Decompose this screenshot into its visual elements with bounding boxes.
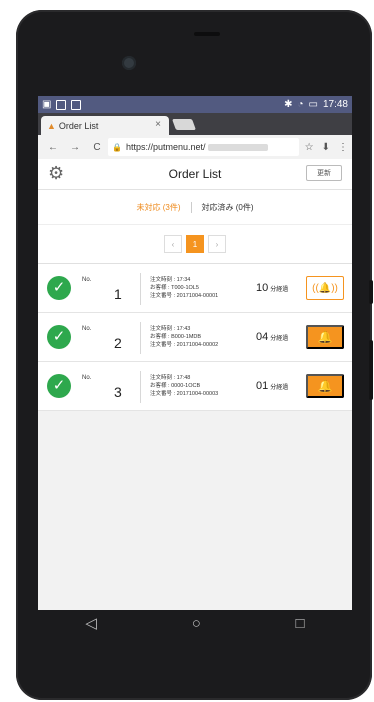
- earpiece: [194, 32, 220, 36]
- reload-icon[interactable]: C: [86, 142, 108, 153]
- prev-page-button[interactable]: ‹: [164, 235, 182, 253]
- web-page: ⚙ Order List 更新 未対応 (3件) 対応済み (0件) ‹ 1 ›…: [38, 159, 352, 611]
- order-time: 注文時刻 : 17:48: [150, 375, 191, 381]
- order-time: 注文時刻 : 17:43: [150, 326, 191, 332]
- download-icon[interactable]: ⬇: [322, 142, 330, 153]
- ringing-bell-icon: ((🔔)): [312, 282, 338, 294]
- order-number: 2: [114, 335, 122, 351]
- order-customer: お客様 : 0000-1OCB: [150, 383, 201, 389]
- page-empty-area: [38, 411, 352, 611]
- refresh-button[interactable]: 更新: [306, 165, 342, 181]
- elapsed-value: 10: [256, 282, 269, 294]
- complete-check-icon[interactable]: ✓: [47, 374, 71, 398]
- close-tab-icon[interactable]: ×: [155, 119, 161, 130]
- battery-icon: ▭: [308, 99, 318, 110]
- browser-menu-icon[interactable]: ⋮: [338, 142, 348, 153]
- order-details: 注文時刻 : 17:34 お客様 : T000-1OL5 注文番号 : 2017…: [150, 276, 218, 300]
- next-page-button[interactable]: ›: [208, 235, 226, 253]
- order-filter-tabs: 未対応 (3件) 対応済み (0件): [38, 190, 352, 225]
- status-bar: ▣ ✱ ◔ ▭ 17:48: [38, 96, 352, 113]
- elapsed-unit: 分経過: [270, 385, 289, 391]
- order-row: ✓ No. 1 注文時刻 : 17:34 お客様 : T000-1OL5 注文番…: [38, 264, 352, 313]
- app-header: ⚙ Order List 更新: [38, 159, 352, 190]
- bookmark-star-icon[interactable]: ☆: [305, 142, 314, 153]
- elapsed-time: 10 分経過: [256, 282, 288, 294]
- android-nav-bar: ◁ ○ □: [38, 610, 352, 636]
- volume-button: [369, 280, 373, 304]
- new-tab-button[interactable]: [171, 119, 197, 130]
- order-row: ✓ No. 2 注文時刻 : 17:43 お客様 : B000-1MDB 注文番…: [38, 313, 352, 362]
- bell-button[interactable]: 🔔: [306, 374, 344, 398]
- order-number: 1: [114, 286, 122, 302]
- row-divider: [140, 322, 141, 354]
- order-id: 注文番号 : 20171004-00001: [150, 293, 219, 299]
- address-bar[interactable]: 🔒 https://putmenu.net/: [108, 138, 299, 156]
- wifi-icon: ◔: [297, 99, 304, 110]
- order-details: 注文時刻 : 17:48 お客様 : 0000-1OCB 注文番号 : 2017…: [150, 374, 218, 398]
- order-row: ✓ No. 3 注文時刻 : 17:48 お客様 : 0000-1OCB 注文番…: [38, 362, 352, 411]
- order-number: 3: [114, 384, 122, 400]
- complete-check-icon[interactable]: ✓: [47, 276, 71, 300]
- elapsed-time: 01 分経過: [256, 380, 288, 392]
- url-redacted: [207, 143, 268, 151]
- order-id: 注文番号 : 20171004-00002: [150, 342, 219, 348]
- url-text: https://putmenu.net/: [125, 142, 206, 152]
- notification-icon-2: [56, 99, 67, 110]
- lock-icon: 🔒: [112, 142, 122, 152]
- browser-tab-strip: ▲ Order List ×: [38, 113, 352, 135]
- complete-check-icon[interactable]: ✓: [47, 325, 71, 349]
- notification-icon-3: [71, 99, 82, 110]
- browser-tab[interactable]: ▲ Order List ×: [41, 116, 169, 135]
- order-no-label: No.: [82, 326, 92, 332]
- order-no-label: No.: [82, 375, 92, 381]
- tab-done[interactable]: 対応済み (0件): [192, 202, 254, 213]
- bluetooth-icon: ✱: [284, 99, 293, 110]
- order-time: 注文時刻 : 17:34: [150, 277, 191, 283]
- browser-toolbar: ← → C 🔒 https://putmenu.net/ ☆ ⬇ ⋮: [38, 135, 352, 159]
- back-arrow-icon[interactable]: ←: [42, 142, 64, 153]
- bell-icon: 🔔: [317, 330, 333, 344]
- order-details: 注文時刻 : 17:43 お客様 : B000-1MDB 注文番号 : 2017…: [150, 325, 218, 349]
- tab-pending[interactable]: 未対応 (3件): [137, 201, 192, 213]
- order-customer: お客様 : T000-1OL5: [150, 285, 199, 291]
- notification-icon: ▣: [42, 99, 52, 110]
- page-1-button[interactable]: 1: [186, 235, 204, 253]
- nav-home-icon[interactable]: ○: [192, 615, 201, 632]
- page-title: Order List: [168, 167, 222, 181]
- order-customer: お客様 : B000-1MDB: [150, 334, 202, 340]
- front-camera: [122, 56, 136, 70]
- power-button: [369, 340, 373, 400]
- elapsed-value: 04: [256, 331, 269, 343]
- elapsed-value: 01: [256, 380, 269, 392]
- order-id: 注文番号 : 20171004-00003: [150, 391, 219, 397]
- bell-button[interactable]: 🔔: [306, 325, 344, 349]
- elapsed-unit: 分経過: [270, 287, 289, 293]
- forward-arrow-icon[interactable]: →: [64, 142, 86, 153]
- nav-recents-icon[interactable]: □: [296, 615, 305, 632]
- row-divider: [140, 273, 141, 305]
- nav-back-icon[interactable]: ◁: [85, 614, 97, 632]
- phone-screen: ▣ ✱ ◔ ▭ 17:48 ▲ Order List × ← → C 🔒 htt…: [38, 96, 352, 636]
- bell-icon: 🔔: [317, 379, 333, 393]
- favicon-icon: ▲: [47, 120, 56, 131]
- ringing-bell-button[interactable]: ((🔔)): [306, 276, 344, 300]
- pagination: ‹ 1 ›: [38, 225, 352, 263]
- status-time: 17:48: [322, 99, 348, 110]
- order-list: ✓ No. 1 注文時刻 : 17:34 お客様 : T000-1OL5 注文番…: [38, 263, 352, 411]
- elapsed-unit: 分経過: [270, 336, 289, 342]
- order-no-label: No.: [82, 277, 92, 283]
- tab-title: Order List: [58, 120, 99, 131]
- gear-icon[interactable]: ⚙: [48, 164, 66, 182]
- row-divider: [140, 371, 141, 403]
- elapsed-time: 04 分経過: [256, 331, 288, 343]
